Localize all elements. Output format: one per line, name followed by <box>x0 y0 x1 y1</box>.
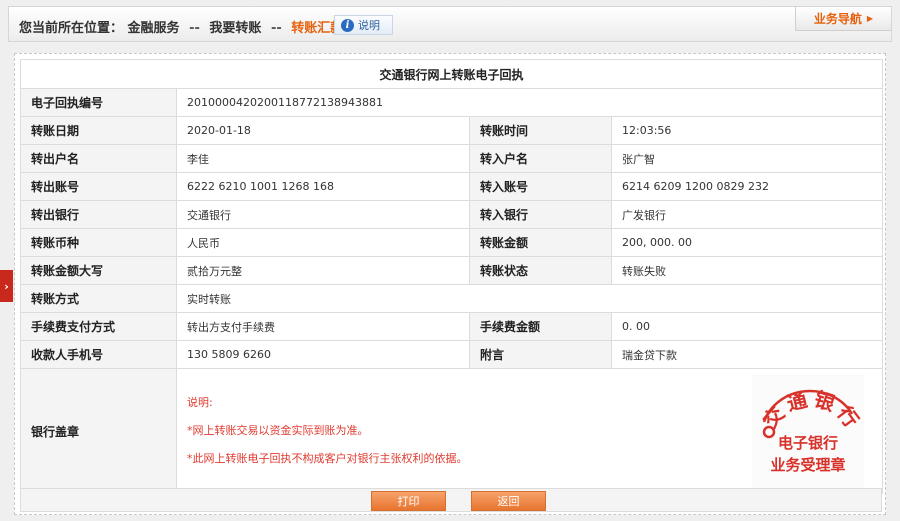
fee-amount-label: 手续费金额 <box>469 312 612 341</box>
field-value: 交通银行 <box>176 200 470 229</box>
seal-label: 银行盖章 <box>20 368 177 494</box>
stamp-line-1: 电子银行 <box>778 434 838 452</box>
fee-method-label: 手续费支付方式 <box>20 312 177 341</box>
table-row: 转账币种 人民币 转账金额 200, 000. 00 <box>20 228 884 257</box>
field-label: 转账时间 <box>469 116 612 145</box>
table-row: 转账金额大写 贰拾万元整 转账状态 转账失败 <box>20 256 884 285</box>
seal-cell: 说明: *网上转账交易以资金实际到账为准。 *此网上转账电子回执不构成客户对银行… <box>175 368 884 494</box>
receipt-no-value: 2010000420200118772138943881 <box>175 88 884 117</box>
field-value: 6222 6210 1001 1268 168 <box>176 172 470 201</box>
field-label: 转出银行 <box>20 200 177 229</box>
table-row: 转出账号 6222 6210 1001 1268 168 转入账号 6214 6… <box>20 172 884 201</box>
field-label: 转账日期 <box>20 116 177 145</box>
receipt-title-row: 交通银行网上转账电子回执 <box>19 59 884 89</box>
back-button[interactable]: 返回 <box>471 491 546 511</box>
field-value: 张广智 <box>610 144 884 173</box>
fee-method-value: 转出方支付手续费 <box>176 312 470 341</box>
location-bar: 您当前所在位置： 金融服务 -- 我要转账 -- 转账汇款 i 说明 业务导航 … <box>8 6 892 42</box>
print-button[interactable]: 打印 <box>371 491 446 511</box>
breadcrumb: 您当前所在位置： 金融服务 -- 我要转账 -- 转账汇款 <box>19 17 343 36</box>
field-value: 12:03:56 <box>610 116 884 145</box>
receipt-panel: 交通银行网上转账电子回执 电子回执编号 20100004202001187721… <box>14 53 886 515</box>
memo-value: 瑞金贷下款 <box>610 340 884 369</box>
field-value: 李佳 <box>176 144 470 173</box>
memo-label: 附言 <box>469 340 612 369</box>
side-expand-tab[interactable]: › <box>0 270 13 302</box>
field-label: 转入户名 <box>469 144 612 173</box>
business-nav-button[interactable]: 业务导航 ▶ <box>795 7 891 31</box>
field-value: 人民币 <box>176 228 470 257</box>
field-label: 转入银行 <box>469 200 612 229</box>
business-nav-label: 业务导航 <box>813 12 862 26</box>
table-row: 转账日期 2020-01-18 转账时间 12:03:56 <box>20 116 884 145</box>
receipt-title: 交通银行网上转账电子回执 <box>19 59 884 89</box>
field-value: 6214 6209 1200 0829 232 <box>610 172 884 201</box>
breadcrumb-item-finance[interactable]: 金融服务 <box>128 21 180 36</box>
field-value: 贰拾万元整 <box>176 256 470 285</box>
field-label: 转账金额 <box>469 228 612 257</box>
field-label: 转出户名 <box>20 144 177 173</box>
action-bar: 打印 返回 <box>20 488 882 512</box>
bank-stamp-graphic: 交通银行 电子银行 业务受理章 <box>752 374 865 488</box>
triangle-right-icon: ▶ <box>866 14 874 23</box>
help-label: 说明 <box>358 19 380 32</box>
receipt-table: 交通银行网上转账电子回执 电子回执编号 20100004202001187721… <box>19 59 884 494</box>
info-icon: i <box>341 18 354 32</box>
field-label: 转账状态 <box>469 256 612 285</box>
stamp-line-2: 业务受理章 <box>771 456 846 474</box>
phone-label: 收款人手机号 <box>20 340 177 369</box>
breadcrumb-item-transfer[interactable]: 我要转账 <box>209 21 261 36</box>
table-row: 转账方式 实时转账 <box>20 284 884 313</box>
breadcrumb-prefix: 您当前所在位置： <box>19 21 124 36</box>
field-value: 广发银行 <box>610 200 884 229</box>
field-value: 转账失败 <box>610 256 884 285</box>
table-row: 收款人手机号 130 5809 6260 附言 瑞金贷下款 <box>20 340 884 369</box>
field-label: 转出账号 <box>20 172 177 201</box>
field-label: 转入账号 <box>469 172 612 201</box>
field-value: 2020-01-18 <box>176 116 470 145</box>
bank-stamp: 交通银行 电子银行 业务受理章 <box>752 374 865 488</box>
method-value: 实时转账 <box>175 284 884 313</box>
fee-amount-value: 0. 00 <box>610 312 884 341</box>
phone-value: 130 5809 6260 <box>176 340 470 369</box>
table-row: 转出银行 交通银行 转入银行 广发银行 <box>20 200 884 229</box>
breadcrumb-separator: -- <box>189 21 200 36</box>
chevron-right-icon: › <box>4 279 9 293</box>
field-value: 200, 000. 00 <box>610 228 884 257</box>
receipt-no-label: 电子回执编号 <box>20 88 177 117</box>
table-row: 电子回执编号 2010000420200118772138943881 <box>20 88 884 117</box>
table-row: 转出户名 李佳 转入户名 张广智 <box>20 144 884 173</box>
method-label: 转账方式 <box>20 284 177 313</box>
field-label: 转账金额大写 <box>20 256 177 285</box>
breadcrumb-separator: -- <box>270 21 282 36</box>
field-label: 转账币种 <box>20 228 177 257</box>
seal-row: 银行盖章 说明: *网上转账交易以资金实际到账为准。 *此网上转账电子回执不构成… <box>20 368 884 494</box>
help-button[interactable]: i 说明 <box>334 15 393 35</box>
table-row: 手续费支付方式 转出方支付手续费 手续费金额 0. 00 <box>20 312 884 341</box>
